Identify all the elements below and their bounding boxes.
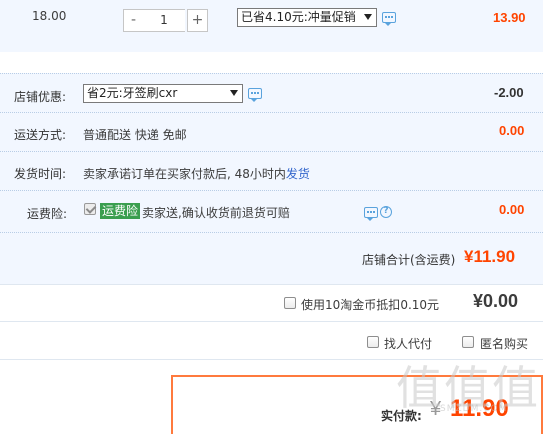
chat-icon[interactable] <box>382 12 396 26</box>
shop-discount-select-value: 省2元:牙签刷cxr <box>87 86 178 100</box>
delivery-link[interactable]: 发货 <box>286 167 310 181</box>
proxy-pay-checkbox[interactable] <box>367 336 379 348</box>
unit-price: 18.00 <box>32 9 67 23</box>
promo-select-value: 已省4.10元:冲量促销 <box>241 10 356 24</box>
promo-select[interactable]: 已省4.10元:冲量促销 <box>237 8 377 27</box>
delivery-time-desc: 卖家承诺订单在买家付款后, 48小时内 <box>83 167 286 181</box>
chat-icon[interactable] <box>364 207 378 221</box>
qty-input[interactable]: 1 <box>143 9 185 32</box>
divider <box>0 151 543 152</box>
taobao-coin-count: 10 <box>325 298 341 312</box>
divider <box>0 232 543 233</box>
freight-insurance-label: 运费险: <box>27 207 68 221</box>
shipping-text: 普通配送 快递 免邮 <box>83 128 187 142</box>
freight-insurance-tag: 运费险 <box>100 203 141 219</box>
item-subtotal: 13.90 <box>493 10 526 25</box>
help-icon[interactable]: ? <box>380 206 392 218</box>
divider <box>0 284 543 285</box>
shipping-amount: 0.00 <box>499 123 525 138</box>
taobao-coin-checkbox[interactable] <box>284 297 296 309</box>
taobao-coin-prefix: 使用 <box>301 298 326 312</box>
shop-discount-label: 店铺优惠: <box>14 90 67 104</box>
chat-icon[interactable] <box>248 88 262 102</box>
shop-total-amount: ¥11.90 <box>464 247 516 266</box>
freight-insurance-amount: 0.00 <box>499 202 525 217</box>
watermark-sub: SMZDM.COM <box>440 404 508 414</box>
shop-discount-amount: -2.00 <box>494 85 524 100</box>
dropdown-arrow-icon <box>230 90 238 96</box>
shop-total-label: 店铺合计(含运费) <box>362 253 456 267</box>
taobao-coin-value: 0.10元 <box>400 298 440 312</box>
anonymous-checkbox[interactable] <box>462 336 474 348</box>
freight-insurance-text: 卖家送,确认收货前退货可赔 <box>142 206 290 220</box>
qty-minus-button[interactable]: - <box>123 9 144 32</box>
proxy-pay-label[interactable]: 找人代付 <box>384 335 432 352</box>
anonymous-label[interactable]: 匿名购买 <box>480 335 528 352</box>
delivery-time-text: 卖家承诺订单在买家付款后, 48小时内发货 <box>83 165 310 182</box>
delivery-time-label: 发货时间: <box>14 167 67 181</box>
divider <box>0 112 543 113</box>
taobao-coin-suffix: 淘金币抵扣 <box>340 298 401 312</box>
divider <box>0 190 543 191</box>
taobao-coin-label: 使用10淘金币抵扣0.10元 <box>301 296 439 313</box>
freight-insurance-checkbox[interactable] <box>84 203 96 215</box>
item-row: 18.00 - 1 + 已省4.10元:冲量促销 13.90 <box>0 0 543 52</box>
taobao-coin-deduct: ¥0.00 <box>473 291 519 311</box>
divider <box>0 73 543 74</box>
qty-plus-button[interactable]: + <box>187 9 208 32</box>
shop-discount-select[interactable]: 省2元:牙签刷cxr <box>83 84 243 103</box>
shipping-label: 运送方式: <box>14 128 67 142</box>
divider <box>0 321 543 322</box>
dropdown-arrow-icon <box>364 14 372 20</box>
